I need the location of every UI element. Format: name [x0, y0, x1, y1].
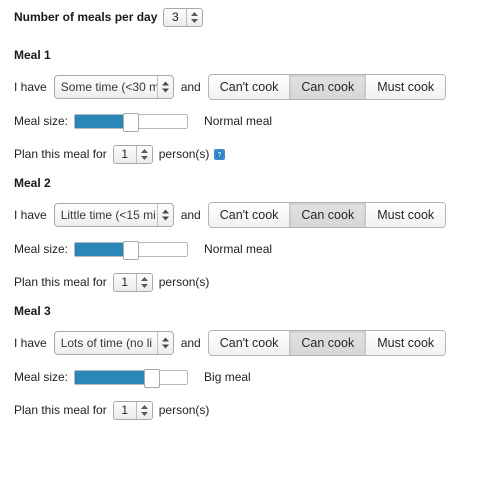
- and-label: and: [180, 80, 201, 94]
- meal-size-row: Meal size: Normal meal: [14, 237, 503, 261]
- i-have-label: I have: [14, 336, 47, 350]
- meal-size-slider[interactable]: [74, 112, 189, 132]
- must-cook-button[interactable]: Must cook: [366, 75, 446, 99]
- can-cook-button[interactable]: Can cook: [290, 75, 367, 99]
- meal-persons-row: Plan this meal for 1 person(s): [14, 398, 503, 422]
- persons-stepper[interactable]: 1: [112, 272, 153, 292]
- meals-per-day-label: Number of meals per day: [14, 10, 158, 24]
- meal-block-1: Meal 1 I have Some time (<30 m and Can't…: [14, 48, 503, 166]
- can-cook-button[interactable]: Can cook: [290, 203, 367, 227]
- meal-time-cook-row: I have Lots of time (no li and Can't coo…: [14, 330, 503, 356]
- persons-suffix-label: person(s): [158, 147, 210, 161]
- stepper-arrows-icon[interactable]: [135, 273, 152, 291]
- slider-handle[interactable]: [123, 112, 140, 132]
- persons-value[interactable]: 1: [114, 146, 136, 163]
- meal-size-row: Meal size: Normal meal: [14, 109, 503, 133]
- meal-time-cook-row: I have Some time (<30 m and Can't cook C…: [14, 74, 503, 100]
- plan-meal-prefix-label: Plan this meal for: [14, 147, 107, 161]
- time-available-select[interactable]: Lots of time (no li: [53, 331, 174, 355]
- meal-size-row: Meal size: Big meal: [14, 365, 503, 389]
- stepper-arrows-icon[interactable]: [186, 8, 202, 26]
- meal-size-label: Meal size:: [14, 114, 69, 128]
- slider-handle[interactable]: [144, 368, 161, 388]
- cook-ability-button-group[interactable]: Can't cook Can cook Must cook: [207, 202, 447, 228]
- time-available-select[interactable]: Little time (<15 mi: [53, 203, 174, 227]
- meal-size-slider[interactable]: [74, 240, 189, 260]
- meals-container: Meal 1 I have Some time (<30 m and Can't…: [14, 48, 503, 422]
- meal-planner-form: Number of meals per day 3 Meal 1 I have …: [0, 0, 503, 422]
- select-chevron-updown-icon[interactable]: [156, 332, 173, 354]
- i-have-label: I have: [14, 80, 47, 94]
- can-cook-button[interactable]: Can cook: [290, 331, 367, 355]
- plan-meal-prefix-label: Plan this meal for: [14, 403, 107, 417]
- meal-size-caption: Normal meal: [204, 242, 273, 256]
- select-chevron-updown-icon[interactable]: [156, 76, 173, 98]
- cook-ability-button-group[interactable]: Can't cook Can cook Must cook: [207, 74, 447, 100]
- svg-text:?: ?: [218, 152, 222, 159]
- time-available-value[interactable]: Lots of time (no li: [55, 332, 157, 354]
- meal-block-3: Meal 3 I have Lots of time (no li and Ca…: [14, 304, 503, 422]
- select-chevron-updown-icon[interactable]: [156, 204, 173, 226]
- persons-suffix-label: person(s): [158, 403, 210, 417]
- slider-fill: [75, 370, 153, 384]
- meals-per-day-value[interactable]: 3: [164, 9, 186, 26]
- persons-value[interactable]: 1: [114, 274, 136, 291]
- time-available-value[interactable]: Little time (<15 mi: [55, 204, 157, 226]
- and-label: and: [180, 336, 201, 350]
- help-icon[interactable]: ?: [214, 148, 226, 160]
- meal-size-label: Meal size:: [14, 370, 69, 384]
- persons-stepper[interactable]: 1: [112, 400, 153, 420]
- meal-title: Meal 2: [14, 176, 51, 190]
- must-cook-button[interactable]: Must cook: [366, 203, 446, 227]
- cant-cook-button[interactable]: Can't cook: [208, 75, 291, 99]
- plan-meal-prefix-label: Plan this meal for: [14, 275, 107, 289]
- i-have-label: I have: [14, 208, 47, 222]
- and-label: and: [180, 208, 201, 222]
- slider-handle[interactable]: [123, 240, 140, 260]
- cant-cook-button[interactable]: Can't cook: [208, 331, 291, 355]
- meal-title: Meal 3: [14, 304, 51, 318]
- stepper-arrows-icon[interactable]: [135, 145, 152, 163]
- meals-per-day-row: Number of meals per day 3: [14, 6, 503, 28]
- must-cook-button[interactable]: Must cook: [366, 331, 446, 355]
- persons-value[interactable]: 1: [114, 402, 136, 419]
- stepper-arrows-icon[interactable]: [135, 401, 152, 419]
- meal-block-2: Meal 2 I have Little time (<15 mi and Ca…: [14, 176, 503, 294]
- time-available-value[interactable]: Some time (<30 m: [55, 76, 157, 98]
- meal-size-caption: Normal meal: [204, 114, 273, 128]
- persons-stepper[interactable]: 1: [112, 144, 153, 164]
- meal-size-caption: Big meal: [204, 370, 251, 384]
- cant-cook-button[interactable]: Can't cook: [208, 203, 291, 227]
- meals-per-day-stepper[interactable]: 3: [163, 7, 204, 27]
- meal-size-slider[interactable]: [74, 368, 189, 388]
- time-available-select[interactable]: Some time (<30 m: [53, 75, 174, 99]
- meal-time-cook-row: I have Little time (<15 mi and Can't coo…: [14, 202, 503, 228]
- meal-title: Meal 1: [14, 48, 51, 62]
- persons-suffix-label: person(s): [158, 275, 210, 289]
- cook-ability-button-group[interactable]: Can't cook Can cook Must cook: [207, 330, 447, 356]
- meal-persons-row: Plan this meal for 1 person(s): [14, 270, 503, 294]
- meal-size-label: Meal size:: [14, 242, 69, 256]
- meal-persons-row: Plan this meal for 1 person(s) ?: [14, 142, 503, 166]
